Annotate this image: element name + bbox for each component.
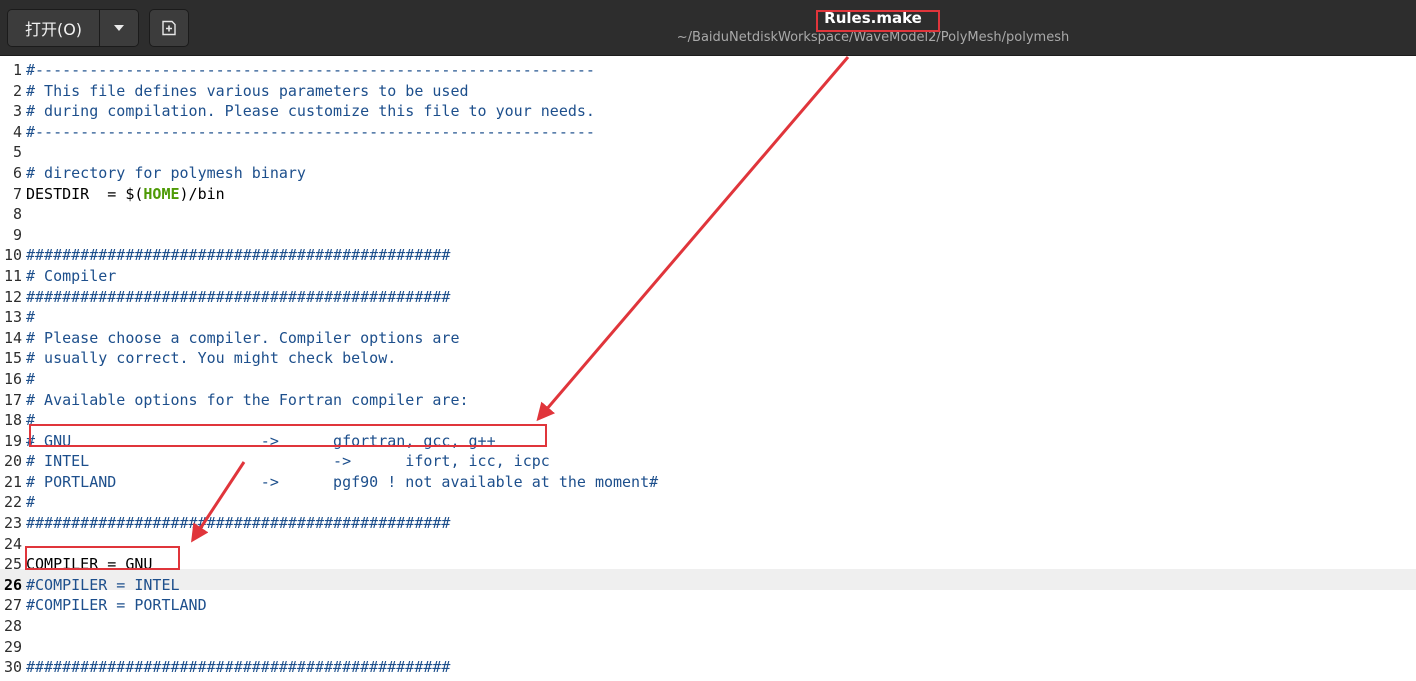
code-line[interactable]: #COMPILER = INTEL: [26, 575, 658, 596]
code-comment: ########################################…: [26, 287, 451, 306]
code-line[interactable]: [26, 204, 658, 225]
new-document-icon: [162, 20, 176, 36]
code-line[interactable]: # during compilation. Please customize t…: [26, 101, 658, 122]
line-number: 5: [12, 143, 22, 162]
line-number: 7: [12, 184, 22, 203]
code-line[interactable]: #COMPILER = PORTLAND: [26, 595, 658, 616]
code-line[interactable]: ########################################…: [26, 513, 658, 534]
code-line[interactable]: # directory for polymesh binary: [26, 163, 658, 184]
code-comment: ########################################…: [26, 658, 451, 677]
line-number: 22: [3, 493, 22, 512]
code-text: )/bin: [179, 184, 225, 203]
code-line[interactable]: # Available options for the Fortran comp…: [26, 390, 658, 411]
code-line[interactable]: [26, 637, 658, 658]
code-line[interactable]: [26, 142, 658, 163]
line-number-gutter: 1 2 3 4 5 6 7 8 9 10 11 12 13 14 15 16 17 18 19 20 21 22 23 24 2…: [0, 60, 22, 681]
code-line[interactable]: #: [26, 492, 658, 513]
code-comment: # INTEL -> ifort, icc, icpc: [26, 452, 550, 471]
line-number: 27: [3, 596, 22, 615]
code-comment: # usually correct. You might check below…: [26, 349, 397, 368]
line-number: 13: [3, 308, 22, 327]
line-number: 25: [3, 555, 22, 574]
code-line[interactable]: # This file defines various parameters t…: [26, 81, 658, 102]
code-content[interactable]: #---------------------------------------…: [26, 60, 658, 681]
code-comment: # PORTLAND -> pgf90 ! not available at t…: [26, 472, 659, 491]
code-comment: #COMPILER = PORTLAND: [26, 596, 207, 615]
code-line[interactable]: #---------------------------------------…: [26, 122, 658, 143]
line-number: 1: [12, 61, 22, 79]
code-line[interactable]: # INTEL -> ifort, icc, icpc: [26, 451, 658, 472]
code-comment: #: [26, 308, 36, 327]
code-comment: # Please choose a compiler. Compiler opt…: [26, 328, 460, 347]
header-bar: 打开(O) Rules.make ~/BaiduNetdiskWorkspace…: [0, 0, 1416, 56]
code-line[interactable]: ########################################…: [26, 287, 658, 308]
line-number: 6: [12, 163, 22, 182]
chevron-down-icon: [114, 25, 124, 31]
line-number: 16: [3, 369, 22, 388]
code-comment: # This file defines various parameters t…: [26, 81, 469, 100]
code-comment: #COMPILER = INTEL: [26, 575, 180, 594]
line-number: 2: [12, 81, 22, 100]
code-line[interactable]: DESTDIR = $(HOME)/bin: [26, 184, 658, 205]
compiler-setting-highlight-box: [25, 546, 180, 570]
code-line[interactable]: # Compiler: [26, 266, 658, 287]
code-keyword: HOME: [143, 184, 180, 203]
open-button-group: 打开(O): [7, 9, 139, 47]
line-number: 24: [3, 534, 22, 553]
line-number: 12: [3, 287, 22, 306]
code-comment: ########################################…: [26, 246, 451, 265]
title-highlight-box: [816, 10, 940, 32]
line-number: 20: [3, 452, 22, 471]
line-number: 18: [3, 411, 22, 430]
line-number: 30: [3, 658, 22, 677]
gnu-line-highlight-box: [29, 424, 547, 447]
open-dropdown-button[interactable]: [100, 10, 138, 46]
line-number: 26: [3, 575, 22, 594]
code-line[interactable]: #: [26, 369, 658, 390]
code-line[interactable]: ########################################…: [26, 245, 658, 266]
code-line[interactable]: #: [26, 307, 658, 328]
line-number: 3: [12, 102, 22, 121]
code-line[interactable]: [26, 225, 658, 246]
code-comment: # Available options for the Fortran comp…: [26, 390, 469, 409]
line-number: 19: [3, 431, 22, 450]
code-comment: # during compilation. Please customize t…: [26, 102, 595, 121]
open-button[interactable]: 打开(O): [8, 10, 100, 46]
line-number: 11: [3, 266, 22, 285]
code-comment: # directory for polymesh binary: [26, 163, 306, 182]
line-number: 4: [12, 122, 22, 141]
text-editor[interactable]: 1 2 3 4 5 6 7 8 9 10 11 12 13 14 15 16 17 18 19 20 21 22 23 24 2…: [0, 56, 1416, 681]
code-comment: # Compiler: [26, 266, 117, 285]
code-line[interactable]: ########################################…: [26, 657, 658, 678]
line-number: 15: [3, 349, 22, 368]
code-line[interactable]: [26, 616, 658, 637]
line-number: 17: [3, 390, 22, 409]
code-comment: #: [26, 369, 36, 388]
new-document-button[interactable]: [149, 9, 189, 47]
line-number: 29: [3, 637, 22, 656]
line-number: 9: [12, 225, 22, 244]
line-number: 23: [3, 514, 22, 533]
code-line[interactable]: # PORTLAND -> pgf90 ! not available at t…: [26, 472, 658, 493]
code-line[interactable]: # Please choose a compiler. Compiler opt…: [26, 328, 658, 349]
line-number: 28: [3, 617, 22, 636]
line-number: 8: [12, 205, 22, 224]
code-comment: ########################################…: [26, 514, 451, 533]
line-number: 10: [3, 246, 22, 265]
code-line[interactable]: #---------------------------------------…: [26, 60, 658, 81]
line-number: 14: [3, 328, 22, 347]
line-number: 21: [3, 472, 22, 491]
code-comment: #---------------------------------------…: [26, 61, 595, 79]
code-comment: #: [26, 493, 36, 512]
code-text: DESTDIR = $(: [26, 184, 144, 203]
code-comment: #---------------------------------------…: [26, 122, 595, 141]
code-line[interactable]: # usually correct. You might check below…: [26, 348, 658, 369]
